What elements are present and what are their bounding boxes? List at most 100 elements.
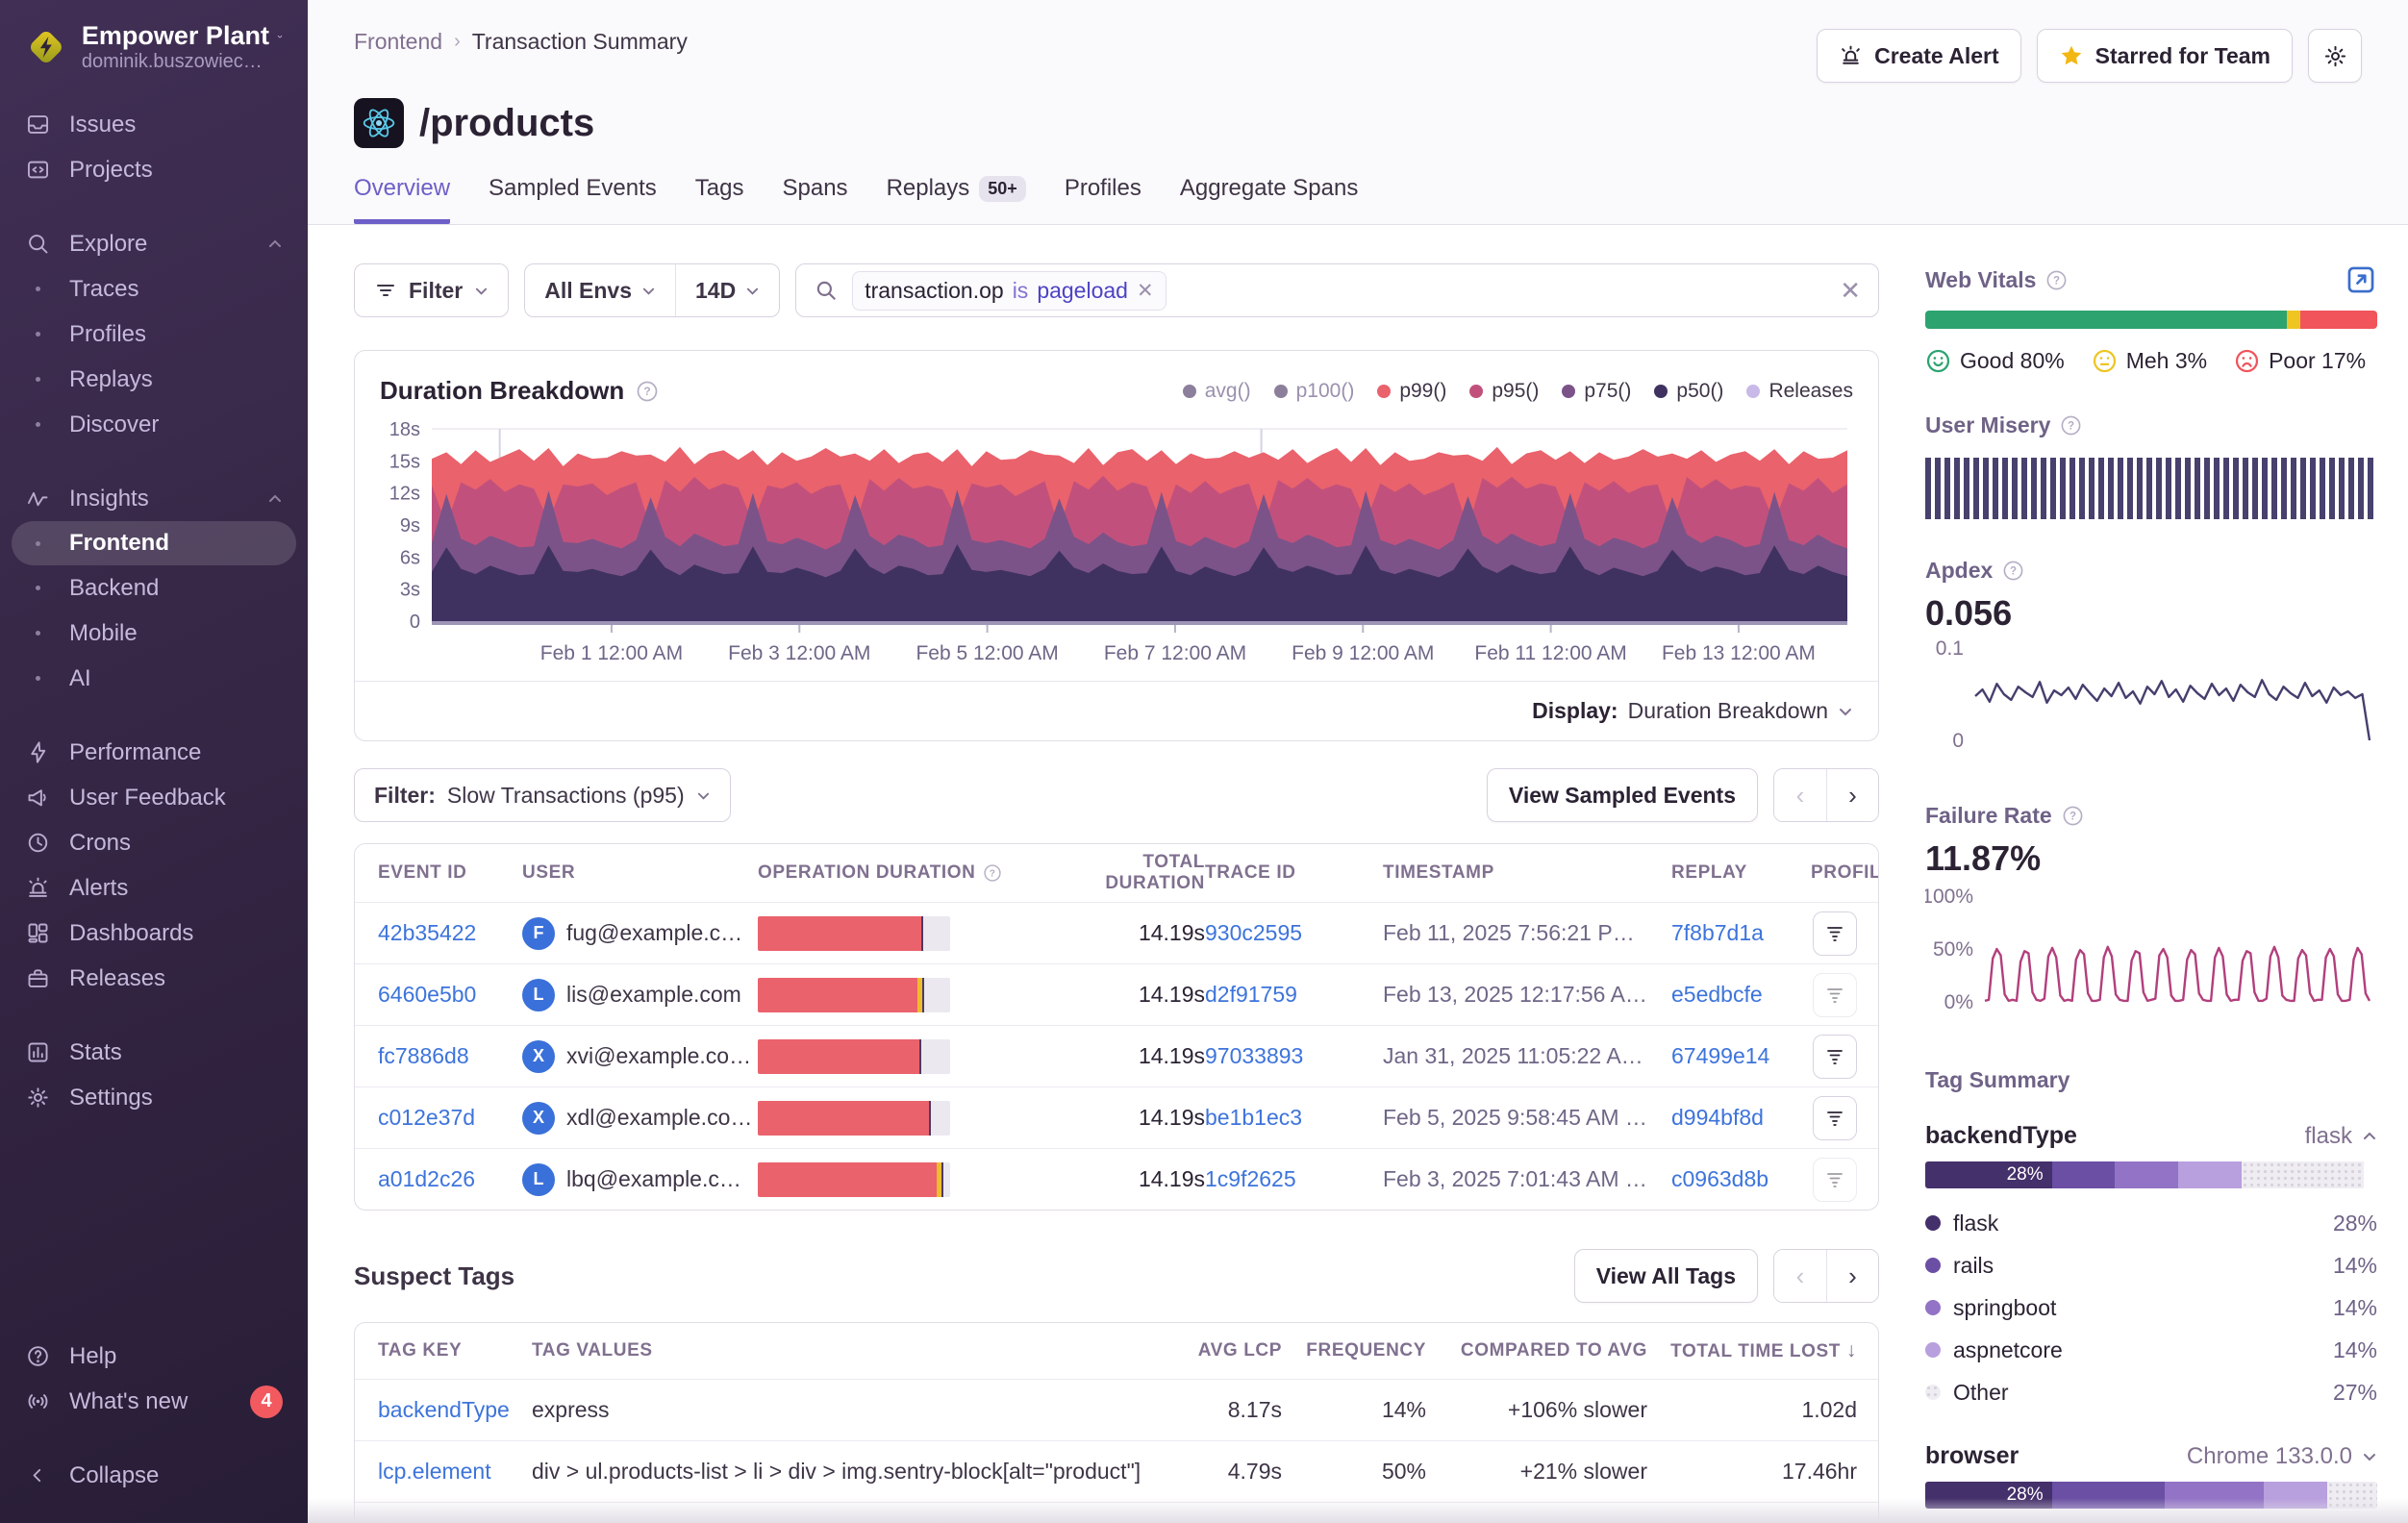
tab-profiles[interactable]: Profiles [1065,175,1141,224]
event-id-link[interactable]: 42b35422 [378,920,476,945]
sidebar-item-ai[interactable]: AI [0,656,308,701]
trace-id-link[interactable]: 97033893 [1205,1043,1303,1068]
list-item[interactable]: rails14% [1925,1244,2377,1286]
tag-distribution-bar[interactable]: 28% [1925,1161,2377,1188]
profile-button[interactable] [1813,1035,1857,1079]
breadcrumb-frontend[interactable]: Frontend [354,29,442,55]
profile-button[interactable] [1813,1096,1857,1140]
table-row: c012e37d Xxdl@example.co… 14.19s be1b1ec… [355,1086,1878,1148]
event-id-link[interactable]: a01d2c26 [378,1166,475,1191]
list-item[interactable]: aspnetcore14% [1925,1329,2377,1371]
sidebar-item-collapse[interactable]: Collapse [0,1453,308,1498]
chevron-down-icon [1838,704,1853,719]
profile-button[interactable] [1813,973,1857,1017]
list-item[interactable]: springboot14% [1925,1286,2377,1329]
sort-desc-icon[interactable]: ↓ [1846,1339,1857,1361]
duration-breakdown-chart[interactable]: 03s6s9s12s15s18sFeb 1 12:00 AMFeb 3 12:0… [355,412,1878,681]
help-circle-icon[interactable]: ? [2045,269,2068,291]
tab-overview[interactable]: Overview [354,175,450,224]
event-id-link[interactable]: fc7886d8 [378,1043,469,1068]
tab-spans[interactable]: Spans [783,175,848,224]
sidebar-item-mobile[interactable]: Mobile [0,611,308,656]
trace-id-link[interactable]: 930c2595 [1205,920,1302,945]
replay-id-link[interactable]: e5edbcfe [1671,982,1763,1007]
starred-for-team-button[interactable]: Starred for Team [2037,29,2293,83]
legend-item-p99[interactable]: p99() [1377,380,1446,403]
org-switcher[interactable]: Empower Plant dominik.buszowiec… [0,21,308,73]
help-circle-icon[interactable]: ? [2062,805,2084,827]
help-circle-icon[interactable]: ? [983,863,1002,883]
legend-item-p95[interactable]: p95() [1469,380,1539,403]
trace-id-link[interactable]: 1c9f2625 [1205,1166,1296,1191]
legend-item-avg[interactable]: avg() [1183,380,1251,403]
help-circle-icon[interactable]: ? [2002,560,2024,582]
tab-tags[interactable]: Tags [695,175,744,224]
display-selector[interactable]: Duration Breakdown [1628,698,1853,724]
sidebar-item-alerts[interactable]: Alerts [0,865,308,911]
sidebar-item-help[interactable]: Help [0,1334,308,1379]
sidebar-item-what-s-new[interactable]: What's new4 [0,1379,308,1424]
help-circle-icon[interactable]: ? [636,380,659,403]
sidebar-item-backend[interactable]: Backend [0,565,308,611]
sidebar-item-discover[interactable]: Discover [0,402,308,447]
prev-page-button[interactable]: ‹ [1774,1250,1826,1302]
tag-distribution-bar[interactable]: 28% [1925,1482,2377,1509]
settings-gear-button[interactable] [2308,29,2362,83]
sidebar-item-traces[interactable]: Traces [0,266,308,312]
help-circle-icon[interactable]: ? [2060,414,2082,437]
tab-replays[interactable]: Replays50+ [887,175,1026,224]
prev-page-button[interactable]: ‹ [1774,769,1826,821]
legend-item-p50[interactable]: p50() [1654,380,1723,403]
list-item[interactable]: Other27% [1925,1371,2377,1413]
replay-id-link[interactable]: d994bf8d [1671,1105,1764,1130]
profile-button[interactable] [1813,911,1857,956]
view-sampled-events-button[interactable]: View Sampled Events [1487,768,1758,822]
sidebar-item-insights[interactable]: Insights [0,476,308,521]
trace-id-link[interactable]: d2f91759 [1205,982,1297,1007]
sidebar-item-profiles[interactable]: Profiles [0,312,308,357]
sidebar-item-replays[interactable]: Replays [0,357,308,402]
tag-selected-value[interactable]: flask [2305,1123,2377,1150]
token-remove-icon[interactable]: ✕ [1137,279,1154,303]
open-in-new-icon[interactable] [2345,263,2377,302]
event-id-link[interactable]: c012e37d [378,1105,475,1130]
replay-id-link[interactable]: 7f8b7d1a [1671,920,1764,945]
column-header[interactable]: TOTAL TIME LOST ↓ [1647,1339,1857,1362]
replay-id-link[interactable]: c0963d8b [1671,1166,1768,1191]
tag-key-link[interactable]: lcp.element [378,1459,491,1484]
environment-selector[interactable]: All Envs [525,264,675,316]
sidebar-item-dashboards[interactable]: Dashboards [0,911,308,956]
sidebar-item-projects[interactable]: Projects [0,147,308,192]
sidebar-item-frontend[interactable]: Frontend [12,521,296,565]
sidebar-item-explore[interactable]: Explore [0,221,308,266]
sidebar-item-issues[interactable]: Issues [0,102,308,147]
list-item[interactable]: flask28% [1925,1202,2377,1244]
event-id-link[interactable]: 6460e5b0 [378,982,476,1007]
next-page-button[interactable]: › [1826,1250,1878,1302]
create-alert-button[interactable]: Create Alert [1817,29,2021,83]
legend-item-p75[interactable]: p75() [1562,380,1631,403]
tag-selected-value[interactable]: Chrome 133.0.0 [2187,1443,2377,1470]
legend-item-Releases[interactable]: Releases [1746,380,1853,403]
replay-id-link[interactable]: 67499e14 [1671,1043,1769,1068]
legend-item-p100[interactable]: p100() [1274,380,1355,403]
filter-button[interactable]: Filter [354,263,509,317]
tab-aggregate-spans[interactable]: Aggregate Spans [1180,175,1358,224]
search-clear-icon[interactable]: ✕ [1840,276,1861,306]
sidebar-item-stats[interactable]: Stats [0,1030,308,1075]
profile-button[interactable] [1813,1158,1857,1202]
transactions-filter-button[interactable]: Filter: Slow Transactions (p95) [354,768,731,822]
tag-key-link[interactable]: backendType [378,1397,510,1422]
search-token-transaction-op[interactable]: transaction.op is pageload ✕ [852,271,1166,311]
search-input[interactable]: transaction.op is pageload ✕ ✕ [795,263,1879,317]
trace-id-link[interactable]: be1b1ec3 [1205,1105,1302,1130]
sidebar-item-releases[interactable]: Releases [0,956,308,1001]
date-range-selector[interactable]: 14D [675,264,779,316]
tab-sampled-events[interactable]: Sampled Events [489,175,657,224]
next-page-button[interactable]: › [1826,769,1878,821]
sidebar-item-settings[interactable]: Settings [0,1075,308,1120]
sidebar-item-user-feedback[interactable]: User Feedback [0,775,308,820]
view-all-tags-button[interactable]: View All Tags [1574,1249,1758,1303]
sidebar-item-performance[interactable]: Performance [0,730,308,775]
sidebar-item-crons[interactable]: Crons [0,820,308,865]
